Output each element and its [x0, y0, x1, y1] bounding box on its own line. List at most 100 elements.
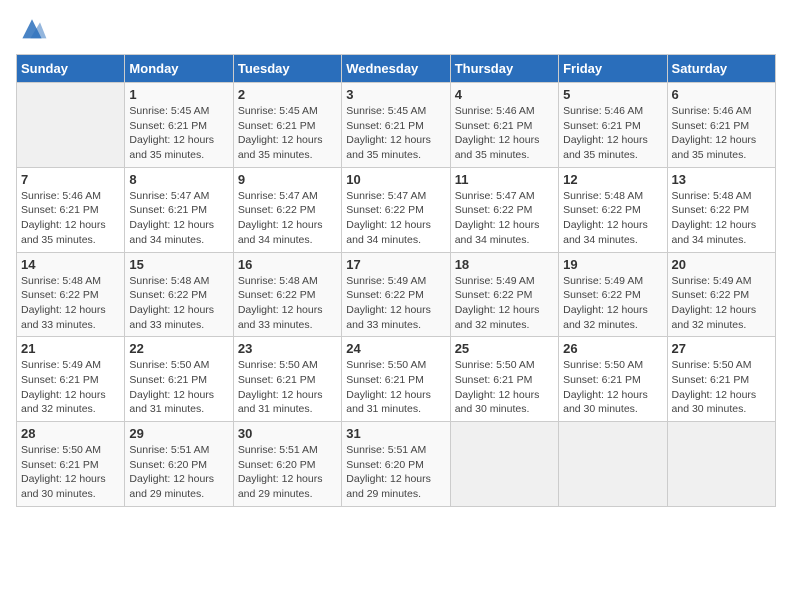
day-info: Sunrise: 5:47 AM Sunset: 6:22 PM Dayligh… — [238, 189, 337, 248]
day-number: 13 — [672, 172, 771, 187]
day-info: Sunrise: 5:49 AM Sunset: 6:22 PM Dayligh… — [563, 274, 662, 333]
calendar-cell: 14 Sunrise: 5:48 AM Sunset: 6:22 PM Dayli… — [17, 252, 125, 337]
day-number: 23 — [238, 341, 337, 356]
day-info: Sunrise: 5:45 AM Sunset: 6:21 PM Dayligh… — [346, 104, 445, 163]
calendar-cell — [17, 83, 125, 168]
day-number: 26 — [563, 341, 662, 356]
calendar-cell: 2 Sunrise: 5:45 AM Sunset: 6:21 PM Daylig… — [233, 83, 341, 168]
calendar-cell: 9 Sunrise: 5:47 AM Sunset: 6:22 PM Daylig… — [233, 167, 341, 252]
calendar-cell: 1 Sunrise: 5:45 AM Sunset: 6:21 PM Daylig… — [125, 83, 233, 168]
day-info: Sunrise: 5:48 AM Sunset: 6:22 PM Dayligh… — [672, 189, 771, 248]
day-info: Sunrise: 5:45 AM Sunset: 6:21 PM Dayligh… — [129, 104, 228, 163]
calendar-cell: 31 Sunrise: 5:51 AM Sunset: 6:20 PM Dayli… — [342, 422, 450, 507]
day-info: Sunrise: 5:50 AM Sunset: 6:21 PM Dayligh… — [346, 358, 445, 417]
day-number: 12 — [563, 172, 662, 187]
col-header-friday: Friday — [559, 55, 667, 83]
week-row-4: 21 Sunrise: 5:49 AM Sunset: 6:21 PM Dayli… — [17, 337, 776, 422]
day-info: Sunrise: 5:48 AM Sunset: 6:22 PM Dayligh… — [129, 274, 228, 333]
col-header-wednesday: Wednesday — [342, 55, 450, 83]
day-info: Sunrise: 5:46 AM Sunset: 6:21 PM Dayligh… — [563, 104, 662, 163]
day-number: 19 — [563, 257, 662, 272]
calendar-cell: 15 Sunrise: 5:48 AM Sunset: 6:22 PM Dayli… — [125, 252, 233, 337]
calendar-cell: 18 Sunrise: 5:49 AM Sunset: 6:22 PM Dayli… — [450, 252, 558, 337]
week-row-5: 28 Sunrise: 5:50 AM Sunset: 6:21 PM Dayli… — [17, 422, 776, 507]
calendar-cell: 20Sunrise: 5:49 AM Sunset: 6:22 PM Dayli… — [667, 252, 775, 337]
day-info: Sunrise: 5:49 AM Sunset: 6:22 PM Dayligh… — [672, 274, 771, 333]
day-number: 17 — [346, 257, 445, 272]
day-info: Sunrise: 5:47 AM Sunset: 6:22 PM Dayligh… — [455, 189, 554, 248]
calendar-cell: 4 Sunrise: 5:46 AM Sunset: 6:21 PM Daylig… — [450, 83, 558, 168]
col-header-monday: Monday — [125, 55, 233, 83]
day-info: Sunrise: 5:46 AM Sunset: 6:21 PM Dayligh… — [455, 104, 554, 163]
calendar-cell: 25 Sunrise: 5:50 AM Sunset: 6:21 PM Dayli… — [450, 337, 558, 422]
calendar-cell: 17 Sunrise: 5:49 AM Sunset: 6:22 PM Dayli… — [342, 252, 450, 337]
day-number: 25 — [455, 341, 554, 356]
day-info: Sunrise: 5:48 AM Sunset: 6:22 PM Dayligh… — [563, 189, 662, 248]
calendar-cell: 24 Sunrise: 5:50 AM Sunset: 6:21 PM Dayli… — [342, 337, 450, 422]
week-row-1: 1 Sunrise: 5:45 AM Sunset: 6:21 PM Daylig… — [17, 83, 776, 168]
day-info: Sunrise: 5:50 AM Sunset: 6:21 PM Dayligh… — [455, 358, 554, 417]
page-header — [16, 16, 776, 44]
day-info: Sunrise: 5:51 AM Sunset: 6:20 PM Dayligh… — [346, 443, 445, 502]
calendar-cell: 3 Sunrise: 5:45 AM Sunset: 6:21 PM Daylig… — [342, 83, 450, 168]
day-number: 16 — [238, 257, 337, 272]
day-info: Sunrise: 5:47 AM Sunset: 6:21 PM Dayligh… — [129, 189, 228, 248]
day-info: Sunrise: 5:47 AM Sunset: 6:22 PM Dayligh… — [346, 189, 445, 248]
logo — [16, 16, 52, 44]
day-number: 22 — [129, 341, 228, 356]
day-number: 29 — [129, 426, 228, 441]
day-number: 18 — [455, 257, 554, 272]
calendar-cell: 19 Sunrise: 5:49 AM Sunset: 6:22 PM Dayli… — [559, 252, 667, 337]
calendar-cell — [667, 422, 775, 507]
day-info: Sunrise: 5:48 AM Sunset: 6:22 PM Dayligh… — [21, 274, 120, 333]
day-info: Sunrise: 5:50 AM Sunset: 6:21 PM Dayligh… — [563, 358, 662, 417]
calendar-table: SundayMondayTuesdayWednesdayThursdayFrid… — [16, 54, 776, 507]
header-row: SundayMondayTuesdayWednesdayThursdayFrid… — [17, 55, 776, 83]
col-header-sunday: Sunday — [17, 55, 125, 83]
calendar-cell: 10Sunrise: 5:47 AM Sunset: 6:22 PM Dayli… — [342, 167, 450, 252]
calendar-cell: 7 Sunrise: 5:46 AM Sunset: 6:21 PM Daylig… — [17, 167, 125, 252]
day-number: 15 — [129, 257, 228, 272]
day-info: Sunrise: 5:50 AM Sunset: 6:21 PM Dayligh… — [21, 443, 120, 502]
week-row-3: 14 Sunrise: 5:48 AM Sunset: 6:22 PM Dayli… — [17, 252, 776, 337]
day-number: 5 — [563, 87, 662, 102]
day-number: 28 — [21, 426, 120, 441]
day-info: Sunrise: 5:45 AM Sunset: 6:21 PM Dayligh… — [238, 104, 337, 163]
day-number: 4 — [455, 87, 554, 102]
day-info: Sunrise: 5:46 AM Sunset: 6:21 PM Dayligh… — [672, 104, 771, 163]
logo-icon — [16, 16, 48, 44]
day-info: Sunrise: 5:50 AM Sunset: 6:21 PM Dayligh… — [238, 358, 337, 417]
day-number: 9 — [238, 172, 337, 187]
calendar-cell: 23 Sunrise: 5:50 AM Sunset: 6:21 PM Dayli… — [233, 337, 341, 422]
day-info: Sunrise: 5:46 AM Sunset: 6:21 PM Dayligh… — [21, 189, 120, 248]
day-number: 24 — [346, 341, 445, 356]
day-number: 1 — [129, 87, 228, 102]
day-number: 31 — [346, 426, 445, 441]
calendar-cell: 12 Sunrise: 5:48 AM Sunset: 6:22 PM Dayli… — [559, 167, 667, 252]
calendar-cell: 21 Sunrise: 5:49 AM Sunset: 6:21 PM Dayli… — [17, 337, 125, 422]
day-number: 11 — [455, 172, 554, 187]
calendar-cell: 29Sunrise: 5:51 AM Sunset: 6:20 PM Dayli… — [125, 422, 233, 507]
day-number: 14 — [21, 257, 120, 272]
calendar-cell: 5 Sunrise: 5:46 AM Sunset: 6:21 PM Daylig… — [559, 83, 667, 168]
calendar-cell: 26 Sunrise: 5:50 AM Sunset: 6:21 PM Dayli… — [559, 337, 667, 422]
calendar-cell: 27 Sunrise: 5:50 AM Sunset: 6:21 PM Dayli… — [667, 337, 775, 422]
day-info: Sunrise: 5:50 AM Sunset: 6:21 PM Dayligh… — [129, 358, 228, 417]
day-number: 21 — [21, 341, 120, 356]
calendar-cell: 6 Sunrise: 5:46 AM Sunset: 6:21 PM Daylig… — [667, 83, 775, 168]
day-number: 27 — [672, 341, 771, 356]
calendar-cell: 28 Sunrise: 5:50 AM Sunset: 6:21 PM Dayli… — [17, 422, 125, 507]
day-number: 2 — [238, 87, 337, 102]
day-info: Sunrise: 5:49 AM Sunset: 6:22 PM Dayligh… — [346, 274, 445, 333]
day-info: Sunrise: 5:49 AM Sunset: 6:21 PM Dayligh… — [21, 358, 120, 417]
calendar-cell: 30Sunrise: 5:51 AM Sunset: 6:20 PM Dayli… — [233, 422, 341, 507]
day-number: 7 — [21, 172, 120, 187]
calendar-cell — [559, 422, 667, 507]
day-info: Sunrise: 5:49 AM Sunset: 6:22 PM Dayligh… — [455, 274, 554, 333]
col-header-tuesday: Tuesday — [233, 55, 341, 83]
week-row-2: 7 Sunrise: 5:46 AM Sunset: 6:21 PM Daylig… — [17, 167, 776, 252]
day-number: 6 — [672, 87, 771, 102]
col-header-thursday: Thursday — [450, 55, 558, 83]
day-number: 3 — [346, 87, 445, 102]
day-info: Sunrise: 5:50 AM Sunset: 6:21 PM Dayligh… — [672, 358, 771, 417]
